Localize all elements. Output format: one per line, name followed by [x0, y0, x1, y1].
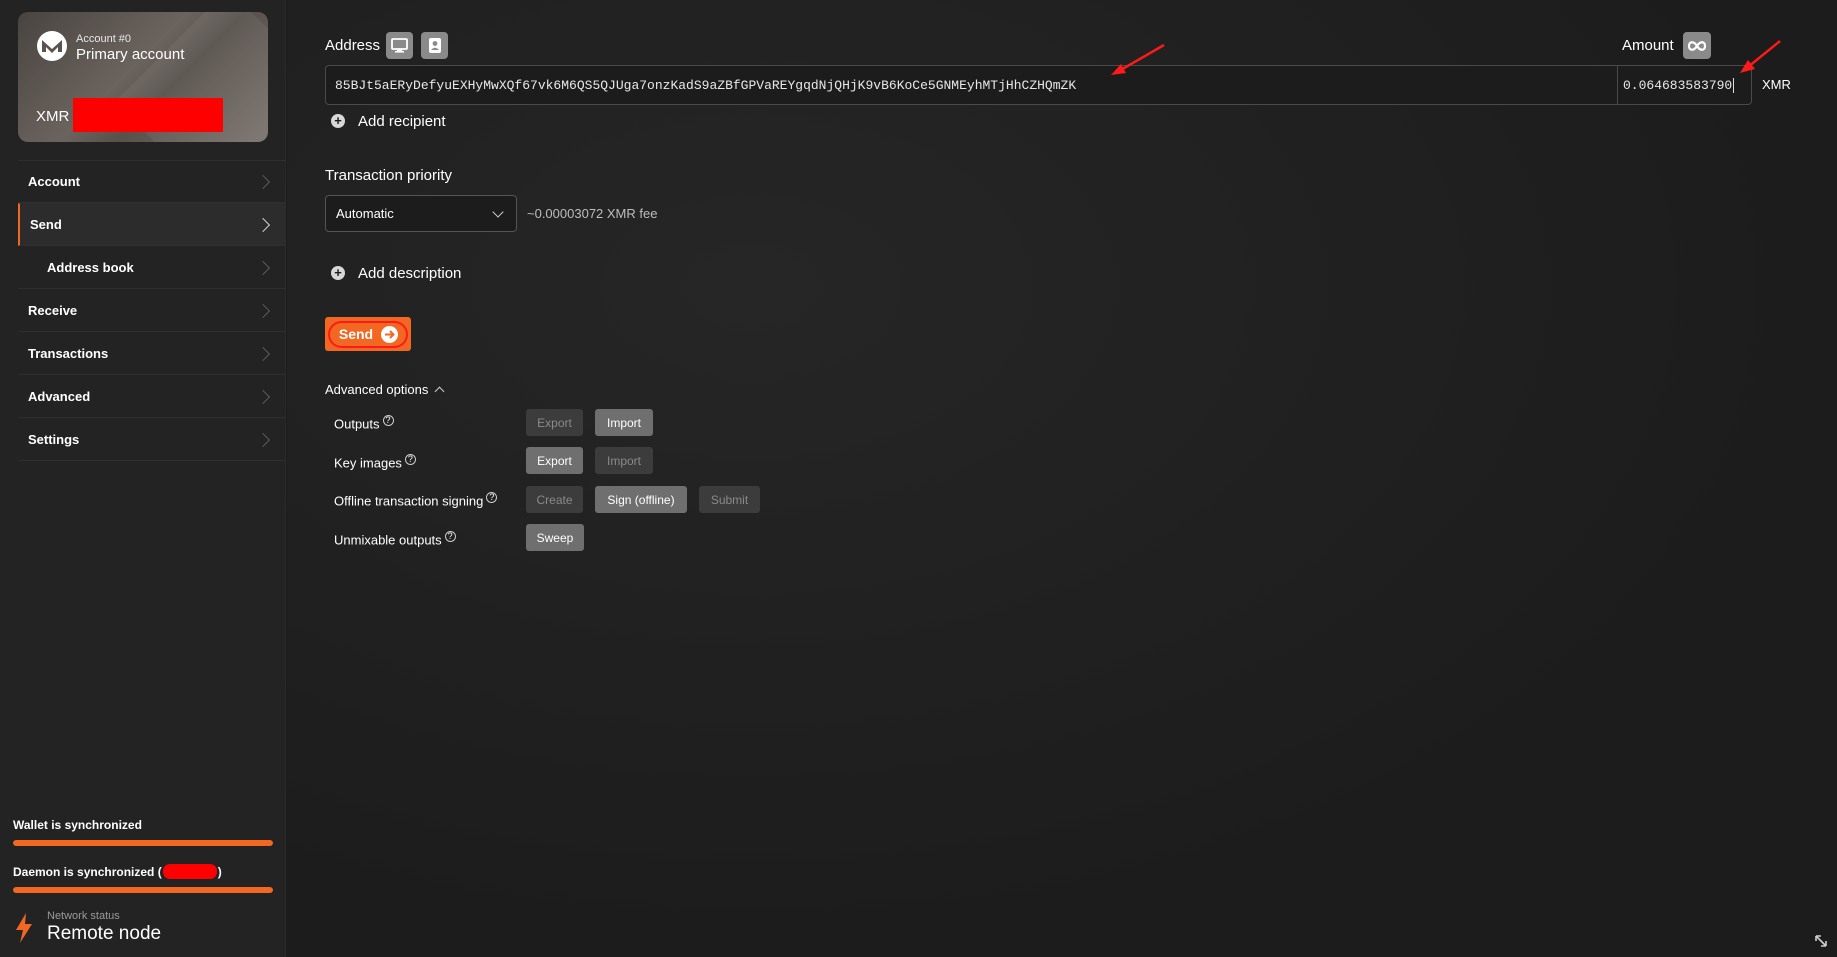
chevron-right-icon: [255, 389, 271, 404]
offline-sign-button[interactable]: Sign (offline): [595, 486, 687, 513]
priority-value: Automatic: [336, 206, 394, 221]
amount-input[interactable]: 0.064683583790: [1617, 65, 1752, 105]
help-icon[interactable]: ?: [404, 454, 416, 465]
daemon-sync-text-end: ): [217, 864, 222, 879]
sidebar-item-label: Transactions: [28, 346, 109, 361]
contact-book-icon: [428, 38, 441, 53]
account-number: Account #0: [76, 33, 132, 45]
network-status-value: Remote node: [47, 923, 162, 944]
add-recipient-button[interactable]: Add recipient: [358, 113, 446, 130]
chevron-right-icon: [255, 303, 271, 318]
sidebar-item-label: Address book: [47, 260, 134, 275]
sidebar-item-address-book[interactable]: Address book: [18, 246, 286, 289]
redacted-height: [162, 864, 217, 879]
resize-icon[interactable]: [1813, 933, 1829, 949]
chevron-up-icon: [434, 386, 445, 397]
chevron-right-icon: [255, 432, 271, 447]
address-book-button[interactable]: [421, 32, 448, 59]
sidebar-item-label: Account: [28, 174, 80, 189]
wallet-sync-label: Wallet is synchronized: [13, 818, 142, 832]
send-button[interactable]: Send: [325, 317, 411, 351]
monitor-icon: [391, 38, 408, 53]
chevron-right-icon: [255, 260, 271, 275]
account-currency: XMR: [36, 108, 70, 125]
help-icon[interactable]: ?: [382, 415, 394, 426]
sidebar-item-transactions[interactable]: Transactions: [18, 332, 286, 375]
plus-circle-icon[interactable]: +: [331, 266, 345, 280]
unmixable-outputs-label-text: Unmixable outputs: [334, 532, 442, 548]
outputs-label: Outputs?: [334, 415, 394, 431]
advanced-options-label: Advanced options: [325, 382, 429, 397]
send-all-button[interactable]: [1683, 32, 1711, 59]
offline-signing-label: Offline transaction signing?: [334, 492, 498, 509]
chevron-right-icon: [255, 217, 271, 232]
monero-logo-icon: [37, 31, 67, 61]
annotation-arrow-icon: [1740, 40, 1781, 73]
infinity-icon: [1687, 40, 1707, 51]
network-status-label: Network status: [47, 910, 120, 922]
plus-circle-icon[interactable]: +: [331, 114, 345, 128]
key-images-label: Key images?: [334, 454, 416, 470]
arrow-right-icon: [381, 325, 399, 343]
amount-label: Amount: [1622, 37, 1674, 54]
help-icon[interactable]: ?: [486, 492, 498, 503]
chevron-right-icon: [255, 346, 271, 361]
wallet-sync-status: Wallet is synchronized: [13, 818, 273, 846]
chevron-right-icon: [255, 174, 271, 189]
offline-submit-button[interactable]: Submit: [699, 486, 760, 513]
send-button-content: Send: [327, 320, 409, 348]
help-icon[interactable]: ?: [444, 531, 456, 542]
sidebar-item-label: Receive: [28, 303, 78, 318]
network-status[interactable]: Network status Remote node: [13, 910, 161, 945]
amount-value: 0.064683583790: [1623, 77, 1733, 93]
outputs-label-text: Outputs: [334, 416, 380, 432]
outputs-import-button[interactable]: Import: [595, 409, 653, 436]
send-button-label: Send: [338, 326, 374, 342]
daemon-sync-progress: [13, 887, 273, 893]
daemon-sync-progress-fill: [13, 887, 273, 893]
sidebar-menu: Account Send Address book Receive Transa…: [18, 160, 286, 461]
key-images-export-button[interactable]: Export: [526, 447, 583, 474]
daemon-sync-text: Daemon is synchronized (: [13, 864, 162, 879]
text-cursor: [1733, 77, 1735, 93]
annotation-arrow-icon: [1111, 43, 1165, 75]
offline-signing-label-text: Offline transaction signing: [334, 493, 484, 509]
resolve-address-button[interactable]: [386, 32, 413, 59]
unmixable-outputs-label: Unmixable outputs?: [334, 531, 456, 547]
address-label: Address: [325, 37, 381, 54]
advanced-options-toggle[interactable]: Advanced options: [325, 382, 445, 397]
wallet-sync-progress: [13, 840, 273, 846]
daemon-sync-status: Daemon is synchronized ( ): [13, 864, 273, 893]
sidebar-item-label: Send: [30, 217, 62, 232]
outputs-export-button[interactable]: Export: [526, 409, 583, 436]
sidebar-item-label: Settings: [28, 432, 80, 447]
daemon-sync-label: Daemon is synchronized ( ): [13, 864, 273, 879]
add-description-button[interactable]: Add description: [358, 265, 461, 282]
fee-estimate: ~0.00003072 XMR fee: [527, 206, 658, 221]
sweep-button[interactable]: Sweep: [526, 524, 584, 551]
account-name: Primary account: [76, 46, 185, 63]
sidebar-item-settings[interactable]: Settings: [18, 418, 286, 461]
sidebar-item-account[interactable]: Account: [18, 160, 286, 203]
offline-create-button[interactable]: Create: [526, 486, 583, 513]
address-input[interactable]: 85BJt5aERyDefyuEXHyMwXQf67vk6M6QS5QJUga7…: [325, 65, 1618, 105]
account-card[interactable]: Account #0 Primary account XMR: [18, 12, 268, 142]
sidebar: Account #0 Primary account XMR Account S…: [0, 0, 286, 957]
key-images-import-button[interactable]: Import: [595, 447, 653, 474]
lightning-icon: [16, 912, 32, 943]
sidebar-item-advanced[interactable]: Advanced: [18, 375, 286, 418]
sidebar-item-send[interactable]: Send: [18, 203, 286, 246]
priority-label: Transaction priority: [325, 167, 452, 184]
redacted-balance: [73, 98, 223, 132]
wallet-sync-progress-fill: [13, 840, 273, 846]
sidebar-item-label: Advanced: [28, 389, 91, 404]
address-value: 85BJt5aERyDefyuEXHyMwXQf67vk6M6QS5QJUga7…: [335, 77, 1077, 93]
key-images-label-text: Key images: [334, 455, 402, 471]
chevron-down-icon: [492, 205, 504, 218]
send-page: Address Amount 85BJt5aERyDefyuEXHyMwXQf6…: [287, 0, 1837, 957]
priority-select[interactable]: Automatic: [325, 195, 517, 232]
sidebar-item-receive[interactable]: Receive: [18, 289, 286, 332]
amount-unit: XMR: [1762, 77, 1791, 92]
